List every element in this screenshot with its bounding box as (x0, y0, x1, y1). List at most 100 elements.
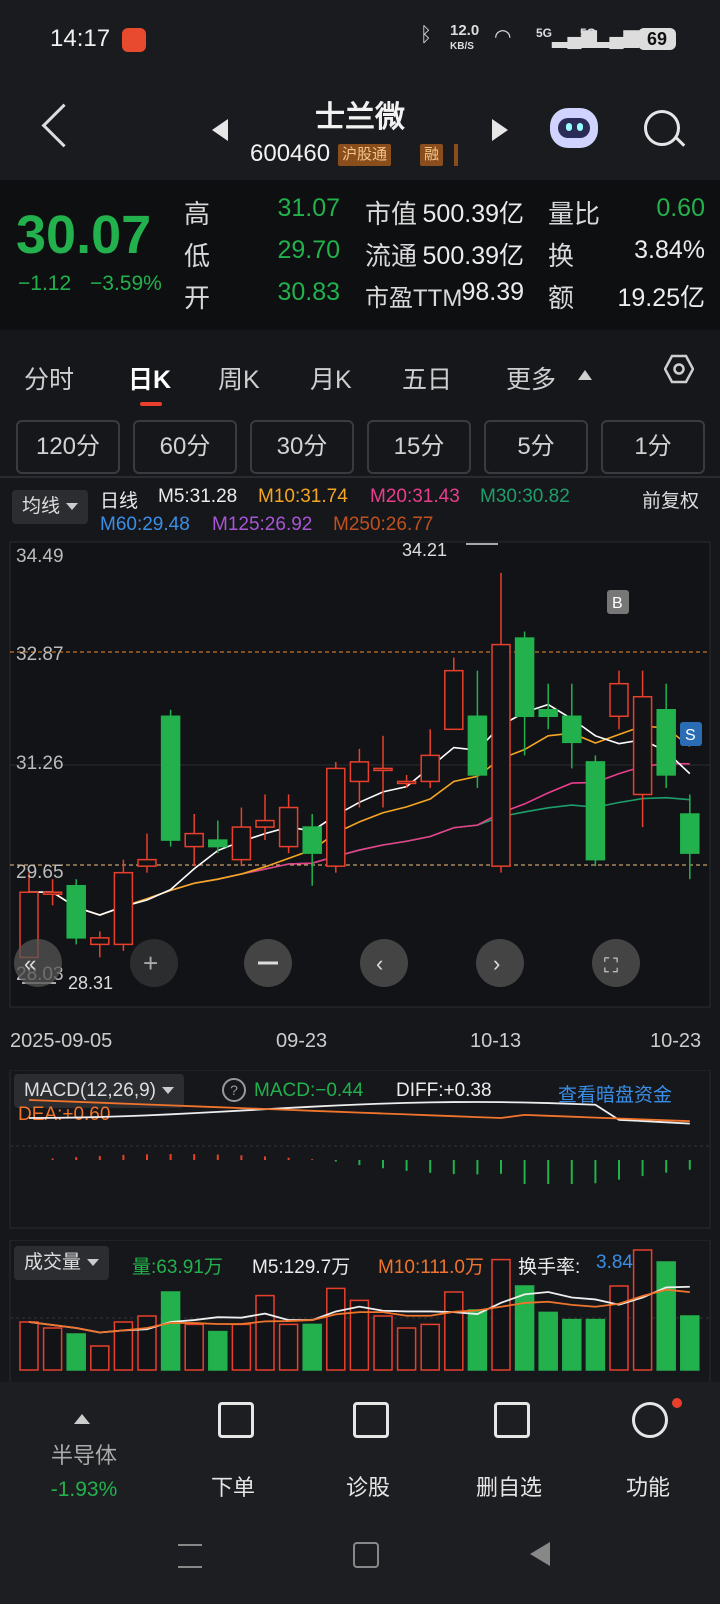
max-price-label: 34.21 (402, 540, 447, 560)
remove-watchlist-icon (494, 1402, 530, 1438)
robot-eye-right (577, 123, 583, 131)
candle[interactable] (491, 643, 511, 867)
fast-back-button[interactable] (14, 939, 62, 987)
volume-bar (66, 1333, 86, 1371)
settings-hex-icon[interactable] (664, 354, 694, 384)
divider (0, 476, 720, 478)
next-stock-icon[interactable] (492, 119, 508, 141)
functions-button[interactable]: 功能 (588, 1470, 708, 1502)
volume-bar (326, 1287, 346, 1371)
diagnose-button[interactable]: 诊股 (308, 1470, 428, 1502)
dea-line (28, 1099, 690, 1123)
candle[interactable] (184, 832, 204, 848)
tab-monthly-k[interactable]: 月K (310, 360, 352, 396)
candle[interactable] (680, 813, 700, 854)
volume-bar (90, 1345, 110, 1371)
status-time: 14:17 (50, 25, 111, 52)
candle[interactable] (90, 937, 110, 946)
candle[interactable] (467, 715, 488, 776)
date-start: 2025-09-05 (10, 1030, 113, 1052)
kline-chart[interactable]: 34.49 32.87 31.26 29.65 28.03 34.21 28.3… (0, 540, 720, 1010)
volume-bar (420, 1323, 440, 1371)
ma125-value: M125:26.92 (212, 514, 313, 535)
home-icon[interactable] (353, 1542, 379, 1568)
tab-five-day[interactable]: 五日 (402, 360, 452, 396)
volume-bar (585, 1318, 606, 1371)
volume-ratio-value: 0.60 (656, 194, 705, 222)
amount-label: 额 (548, 283, 575, 313)
badge-divider (454, 144, 458, 166)
volume-bar (349, 1299, 370, 1371)
indicator-selector[interactable]: 均线 (12, 490, 89, 524)
signal-5g-1: 5G (536, 26, 553, 40)
date-end: 10-23 (650, 1030, 702, 1052)
candle[interactable] (137, 858, 157, 867)
volume-bar (514, 1285, 535, 1371)
buy-marker-label: B (612, 595, 623, 612)
tab-intraday[interactable]: 分时 (24, 360, 74, 396)
period-1min-button[interactable]: 1分 (601, 420, 705, 474)
period-60min-button[interactable]: 60分 (133, 420, 237, 474)
candle[interactable] (396, 780, 417, 785)
stock-code: 600460 (250, 140, 331, 167)
candle[interactable] (609, 682, 629, 718)
battery-icon: 69 (638, 28, 676, 50)
min-price-label: 28.31 (68, 973, 113, 993)
app-notification-icon (122, 28, 146, 52)
ma30-value: M30:30.82 (480, 486, 570, 507)
candle[interactable] (538, 709, 558, 718)
candle[interactable] (113, 871, 134, 946)
period-15min-button[interactable]: 15分 (367, 420, 471, 474)
price-adjust-toggle[interactable]: 前复权 (642, 486, 699, 513)
active-tab-indicator (140, 402, 162, 406)
menu-icon[interactable] (178, 1544, 202, 1568)
functions-icon (632, 1402, 668, 1438)
ma20-value: M20:31.43 (370, 486, 460, 507)
volume-bar (19, 1321, 39, 1371)
candle[interactable] (514, 637, 535, 718)
candle[interactable] (66, 884, 86, 939)
candle[interactable] (278, 806, 299, 848)
tab-weekly-k[interactable]: 周K (218, 360, 260, 396)
volume-bar (42, 1327, 63, 1371)
candle[interactable] (255, 819, 275, 828)
float-value: 500.39亿 (422, 242, 524, 270)
volume-bar (160, 1291, 181, 1371)
candle[interactable] (373, 767, 393, 772)
tab-daily-k[interactable]: 日K (128, 360, 171, 396)
turnover-value: 3.84% (634, 236, 705, 264)
ma5-value: M5:31.28 (158, 486, 238, 507)
period-5min-button[interactable]: 5分 (484, 420, 588, 474)
candle[interactable] (231, 826, 252, 861)
turnover-label: 换 (548, 241, 575, 271)
tab-more[interactable]: 更多 (506, 360, 556, 396)
net-speed: 12.0 KB/S (450, 22, 480, 52)
kline-type-label: 日线 (100, 491, 139, 512)
volume-bar (255, 1294, 275, 1371)
period-30min-button[interactable]: 30分 (250, 420, 354, 474)
candle[interactable] (444, 669, 464, 731)
volume-bar (467, 1309, 488, 1371)
candle[interactable] (585, 761, 606, 861)
candle[interactable] (420, 754, 440, 783)
ma60-value: M60:29.48 (100, 514, 190, 535)
order-button[interactable]: 下单 (173, 1470, 293, 1502)
search-icon[interactable] (644, 110, 680, 146)
candle[interactable] (302, 826, 322, 854)
open-value: 30.83 (277, 278, 340, 306)
wifi-icon: ◠ (494, 26, 512, 48)
candle[interactable] (208, 839, 228, 848)
volume-bar (137, 1315, 157, 1371)
back-nav-icon[interactable] (530, 1542, 550, 1566)
sector-name[interactable]: 半导体 (24, 1438, 144, 1470)
candle[interactable] (562, 715, 582, 744)
candle[interactable] (160, 715, 181, 841)
candle[interactable] (632, 695, 653, 796)
candle[interactable] (349, 761, 370, 783)
candle[interactable] (326, 767, 346, 867)
remove-watchlist-button[interactable]: 删自选 (449, 1470, 569, 1502)
scroll-left-button[interactable] (360, 939, 408, 987)
candle[interactable] (42, 891, 63, 895)
period-120min-button[interactable]: 120分 (16, 420, 120, 474)
candle[interactable] (656, 709, 676, 776)
